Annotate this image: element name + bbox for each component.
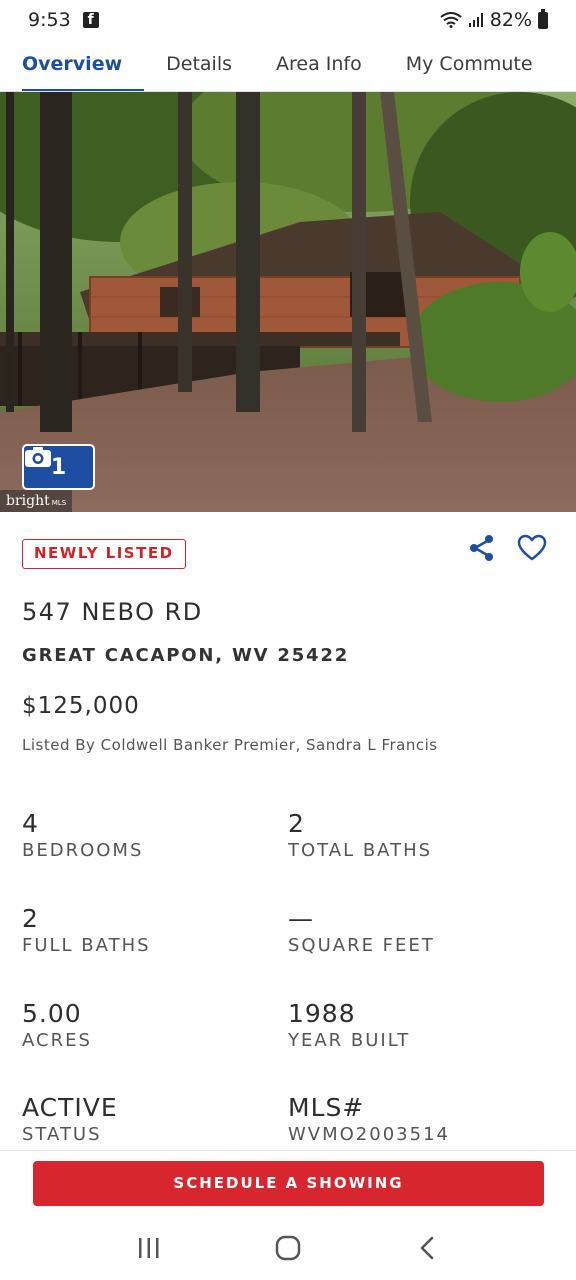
fact-bedrooms: 4 BEDROOMS (22, 808, 272, 861)
fact-label: FULL BATHS (22, 935, 151, 956)
schedule-showing-button[interactable]: SCHEDULE A SHOWING (33, 1161, 544, 1206)
fact-value: 2 (22, 904, 39, 933)
fact-value: ACTIVE (22, 1093, 118, 1122)
photo-count: 1 (50, 454, 67, 480)
fact-acres: 5.00 ACRES (22, 998, 272, 1051)
tab-area-info[interactable]: Area Info (254, 40, 384, 91)
back-icon (420, 1236, 433, 1260)
photo-count-button[interactable]: 1 (22, 444, 95, 490)
fact-status: ACTIVE STATUS (22, 1092, 272, 1145)
facebook-icon: f (82, 12, 99, 28)
share-button[interactable] (465, 531, 499, 565)
battery-percent: 82% (489, 9, 532, 31)
fact-label: WVMO2003514 (288, 1124, 450, 1145)
fact-value: — (288, 904, 314, 933)
camera-icon (25, 447, 51, 467)
heart-icon (517, 534, 547, 561)
recent-apps-button[interactable] (119, 1223, 179, 1273)
street-address: 547 NEBO RD (22, 598, 203, 626)
fact-value: 5.00 (22, 999, 82, 1028)
listed-by: Listed By Coldwell Banker Premier, Sandr… (22, 736, 438, 754)
city-state-zip: GREAT CACAPON, WV 25422 (22, 645, 350, 666)
listing-photo[interactable]: 1 bright MLS (0, 92, 576, 512)
fact-label: YEAR BUILT (288, 1030, 411, 1051)
home-button[interactable] (258, 1223, 318, 1273)
fact-year-built: 1988 YEAR BUILT (288, 998, 538, 1051)
fact-label: TOTAL BATHS (288, 840, 433, 861)
bright-mls-logo: bright MLS (0, 490, 73, 512)
clock: 9:53 (28, 9, 71, 31)
favorite-button[interactable] (514, 531, 550, 565)
fact-value: 1988 (288, 999, 356, 1028)
listing-price: $125,000 (22, 693, 140, 719)
newly-listed-badge: NEWLY LISTED (22, 539, 186, 569)
home-icon (275, 1235, 301, 1261)
fact-label: ACRES (22, 1030, 92, 1051)
battery-icon (538, 8, 548, 29)
back-button[interactable] (397, 1223, 457, 1273)
fact-full-baths: 2 FULL BATHS (22, 903, 272, 956)
system-nav-bar (0, 1216, 576, 1280)
status-bar: 9:53 f 82% (0, 0, 576, 40)
tab-bar: Overview Details Area Info My Commute (0, 40, 576, 92)
tab-details[interactable]: Details (144, 40, 254, 91)
share-icon (470, 535, 493, 561)
fact-value: MLS# (288, 1093, 365, 1122)
fact-square-feet: — SQUARE FEET (288, 903, 538, 956)
fact-value: 4 (22, 809, 39, 838)
fact-total-baths: 2 TOTAL BATHS (288, 808, 538, 861)
fact-label: SQUARE FEET (288, 935, 435, 956)
fact-mls-number: MLS# WVMO2003514 (288, 1092, 538, 1145)
tab-my-commute[interactable]: My Commute (384, 40, 555, 91)
fact-label: STATUS (22, 1124, 102, 1145)
wifi-icon (440, 12, 462, 28)
tab-overview[interactable]: Overview (0, 40, 145, 91)
fact-value: 2 (288, 809, 305, 838)
fact-label: BEDROOMS (22, 840, 144, 861)
recent-apps-icon (139, 1238, 159, 1258)
status-right: 82% (440, 8, 548, 31)
signal-icon (468, 13, 483, 27)
status-left: 9:53 f (28, 9, 99, 31)
